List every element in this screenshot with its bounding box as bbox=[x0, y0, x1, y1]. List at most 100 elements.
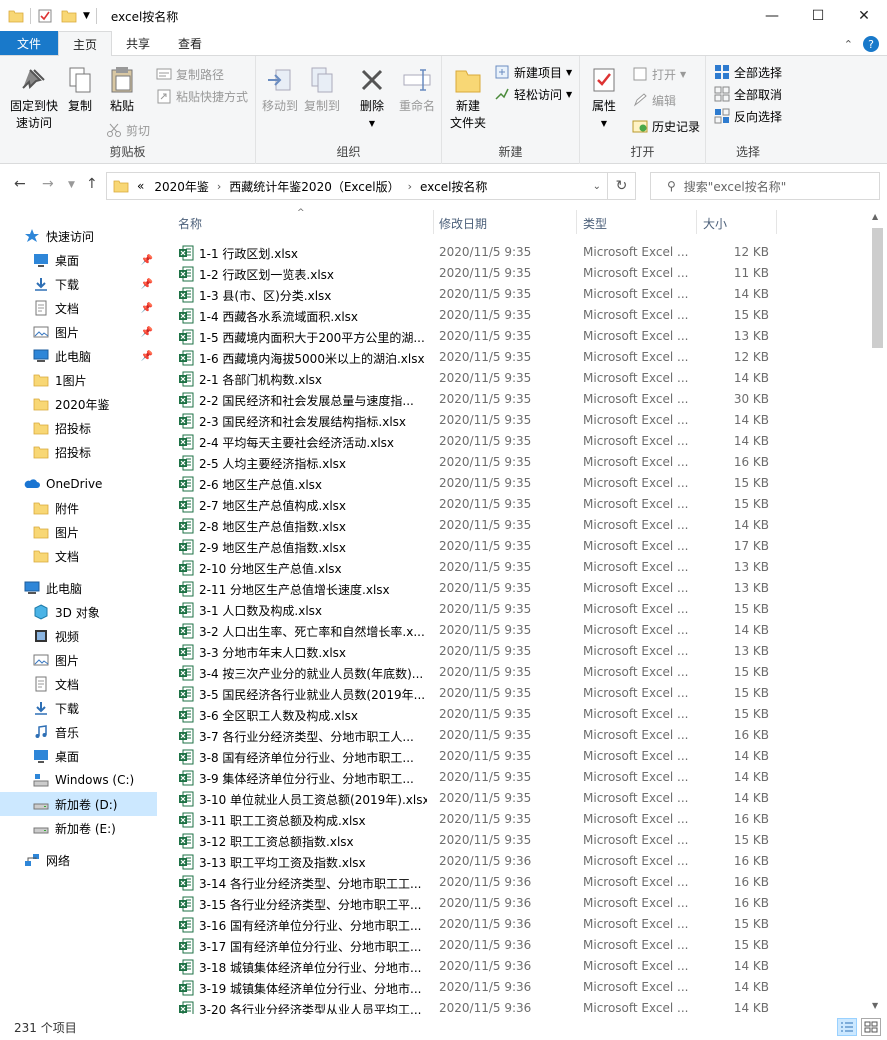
tab-home[interactable]: 主页 bbox=[58, 31, 113, 56]
pin-icon[interactable]: 📌 bbox=[141, 327, 153, 338]
file-row[interactable]: 2-5 人均主要经济指标.xlsx 2020/11/5 9:35 Microsoft… bbox=[163, 452, 868, 473]
refresh-icon[interactable]: ↻ bbox=[607, 173, 635, 199]
collapse-ribbon-icon[interactable]: ⌃ bbox=[844, 38, 853, 51]
sidebar-item[interactable]: 附件 bbox=[0, 496, 157, 520]
quick-access-header[interactable]: 快速访问 bbox=[0, 224, 157, 248]
file-row[interactable]: 1-5 西藏境内面积大于200平方公里的湖... 2020/11/5 9:35 Mi… bbox=[163, 326, 868, 347]
up-arrow-icon[interactable]: ↑ bbox=[86, 176, 98, 192]
address-bar[interactable]: « 2020年鉴 › 西藏统计年鉴2020（Excel版） › excel按名称… bbox=[106, 172, 636, 200]
back-arrow-icon[interactable]: ← bbox=[14, 176, 26, 192]
file-row[interactable]: 2-2 国民经济和社会发展总量与速度指... 2020/11/5 9:35 Micr… bbox=[163, 389, 868, 410]
help-icon[interactable]: ? bbox=[863, 36, 879, 52]
maximize-button[interactable]: ☐ bbox=[795, 0, 841, 32]
file-row[interactable]: 3-3 分地市年末人口数.xlsx 2020/11/5 9:35 Microsoft… bbox=[163, 641, 868, 662]
column-header-name[interactable]: 名称 bbox=[178, 215, 202, 232]
sidebar-item[interactable]: 文档 bbox=[0, 544, 157, 568]
file-row[interactable]: 3-5 国民经济各行业就业人员数(2019年... 2020/11/5 9:35 M… bbox=[163, 683, 868, 704]
column-divider[interactable] bbox=[776, 210, 777, 234]
column-divider[interactable] bbox=[433, 210, 434, 234]
large-icons-view-button[interactable] bbox=[861, 1018, 881, 1036]
breadcrumb-item[interactable]: excel按名称 bbox=[420, 178, 487, 195]
new-folder-button[interactable]: 新建 文件夹 bbox=[446, 64, 490, 132]
move-to-button[interactable]: 移动到 bbox=[260, 64, 300, 115]
file-row[interactable]: 2-4 平均每天主要社会经济活动.xlsx 2020/11/5 9:35 Micro… bbox=[163, 431, 868, 452]
pin-quick-access-button[interactable]: 固定到快 速访问 bbox=[6, 64, 62, 132]
recent-locations-icon[interactable]: ▼ bbox=[68, 180, 75, 190]
properties-button[interactable]: 属性 ▼ bbox=[586, 64, 622, 132]
file-row[interactable]: 3-8 国有经济单位分行业、分地市职工... 2020/11/5 9:35 Micr… bbox=[163, 746, 868, 767]
breadcrumb-item[interactable]: 西藏统计年鉴2020（Excel版） bbox=[229, 178, 399, 195]
breadcrumb-separator-icon[interactable]: › bbox=[408, 180, 412, 193]
properties-dropdown-icon[interactable]: ▼ bbox=[601, 115, 607, 132]
properties-check-icon[interactable] bbox=[37, 8, 53, 24]
file-row[interactable]: 3-16 国有经济单位分行业、分地市职工... 2020/11/5 9:36 Mic… bbox=[163, 914, 868, 935]
file-row[interactable]: 3-13 职工平均工资及指数.xlsx 2020/11/5 9:36 Microso… bbox=[163, 851, 868, 872]
pin-icon[interactable]: 📌 bbox=[141, 279, 153, 290]
network-header[interactable]: 网络 bbox=[0, 848, 157, 872]
sidebar-item[interactable]: 图片 bbox=[0, 648, 157, 672]
pin-icon[interactable]: 📌 bbox=[141, 303, 153, 314]
file-row[interactable]: 2-6 地区生产总值.xlsx 2020/11/5 9:35 Microsoft E… bbox=[163, 473, 868, 494]
delete-button[interactable]: 删除 ▼ bbox=[354, 64, 390, 132]
file-row[interactable]: 3-1 人口数及构成.xlsx 2020/11/5 9:35 Microsoft E… bbox=[163, 599, 868, 620]
file-row[interactable]: 2-3 国民经济和社会发展结构指标.xlsx 2020/11/5 9:35 Micr… bbox=[163, 410, 868, 431]
sidebar-item[interactable]: 3D 对象 bbox=[0, 600, 157, 624]
sidebar-item[interactable]: 招投标 bbox=[0, 416, 157, 440]
tab-file[interactable]: 文件 bbox=[0, 31, 58, 55]
rename-button[interactable]: 重命名 bbox=[394, 64, 440, 115]
file-row[interactable]: 1-4 西藏各水系流域面积.xlsx 2020/11/5 9:35 Microsof… bbox=[163, 305, 868, 326]
file-row[interactable]: 3-10 单位就业人员工资总额(2019年).xlsx 2020/11/5 9:3… bbox=[163, 788, 868, 809]
file-row[interactable]: 2-10 分地区生产总值.xlsx 2020/11/5 9:35 Microsoft… bbox=[163, 557, 868, 578]
vertical-scrollbar[interactable]: ▲ ▼ bbox=[868, 208, 887, 1014]
column-header-type[interactable]: 类型 bbox=[583, 215, 607, 232]
sidebar-item[interactable]: 音乐 bbox=[0, 720, 157, 744]
tab-view[interactable]: 查看 bbox=[164, 31, 216, 55]
file-row[interactable]: 2-8 地区生产总值指数.xlsx 2020/11/5 9:35 Microsoft… bbox=[163, 515, 868, 536]
copy-path-button[interactable]: 复制路径 bbox=[156, 64, 224, 84]
sidebar-item[interactable]: Windows (C:) bbox=[0, 768, 157, 792]
file-row[interactable]: 1-1 行政区划.xlsx 2020/11/5 9:35 Microsoft Exc… bbox=[163, 242, 868, 263]
scrollbar-thumb[interactable] bbox=[872, 228, 883, 348]
sidebar-item[interactable]: 下载 📌 bbox=[0, 272, 157, 296]
tab-share[interactable]: 共享 bbox=[112, 31, 164, 55]
file-row[interactable]: 3-2 人口出生率、死亡率和自然增长率.x... 2020/11/5 9:35 Mi… bbox=[163, 620, 868, 641]
copy-to-button[interactable]: 复制到 bbox=[302, 64, 342, 115]
select-none-button[interactable]: 全部取消 bbox=[714, 84, 782, 104]
breadcrumb-overflow[interactable]: « bbox=[137, 179, 144, 193]
sidebar-item[interactable]: 视频 bbox=[0, 624, 157, 648]
sidebar-item[interactable]: 桌面 📌 bbox=[0, 248, 157, 272]
sidebar-item[interactable]: 图片 bbox=[0, 520, 157, 544]
file-row[interactable]: 3-20 各行业分经济类型从业人员平均工... 2020/11/5 9:36 Mic… bbox=[163, 998, 868, 1014]
cut-button[interactable]: 剪切 bbox=[106, 120, 150, 140]
column-header-date[interactable]: 修改日期 bbox=[439, 215, 487, 232]
paste-button[interactable]: 粘贴 bbox=[104, 64, 140, 115]
file-row[interactable]: 3-6 全区职工人数及构成.xlsx 2020/11/5 9:35 Microsof… bbox=[163, 704, 868, 725]
delete-dropdown-icon[interactable]: ▼ bbox=[369, 115, 375, 132]
file-row[interactable]: 3-19 城镇集体经济单位分行业、分地市... 2020/11/5 9:36 Mic… bbox=[163, 977, 868, 998]
sidebar-item[interactable]: 新加卷 (E:) bbox=[0, 816, 157, 840]
file-row[interactable]: 3-4 按三次产业分的就业人员数(年底数)... 2020/11/5 9:35 Mi… bbox=[163, 662, 868, 683]
sidebar-item[interactable]: 2020年鉴 bbox=[0, 392, 157, 416]
sidebar-item[interactable]: 图片 📌 bbox=[0, 320, 157, 344]
breadcrumb-separator-icon[interactable]: › bbox=[217, 180, 221, 193]
column-divider[interactable] bbox=[576, 210, 577, 234]
file-row[interactable]: 3-15 各行业分经济类型、分地市职工平... 2020/11/5 9:36 Mic… bbox=[163, 893, 868, 914]
sidebar-item[interactable]: 新加卷 (D:) bbox=[0, 792, 157, 816]
file-row[interactable]: 2-7 地区生产总值构成.xlsx 2020/11/5 9:35 Microsoft… bbox=[163, 494, 868, 515]
sidebar-item[interactable]: 文档 📌 bbox=[0, 296, 157, 320]
edit-button[interactable]: 编辑 bbox=[632, 90, 676, 110]
file-row[interactable]: 1-3 县(市、区)分类.xlsx 2020/11/5 9:35 Microsoft… bbox=[163, 284, 868, 305]
paste-shortcut-button[interactable]: 粘贴快捷方式 bbox=[156, 86, 248, 106]
new-folder-icon[interactable] bbox=[61, 8, 77, 24]
select-all-button[interactable]: 全部选择 bbox=[714, 62, 782, 82]
forward-arrow-icon[interactable]: → bbox=[42, 176, 54, 192]
file-row[interactable]: 1-2 行政区划一览表.xlsx 2020/11/5 9:35 Microsoft … bbox=[163, 263, 868, 284]
file-row[interactable]: 3-11 职工工资总额及构成.xlsx 2020/11/5 9:35 Microso… bbox=[163, 809, 868, 830]
new-item-button[interactable]: 新建项目 ▼ bbox=[494, 62, 572, 82]
sidebar-item[interactable]: 此电脑 📌 bbox=[0, 344, 157, 368]
details-view-button[interactable] bbox=[837, 1018, 857, 1036]
sidebar-item[interactable]: 下载 bbox=[0, 696, 157, 720]
pin-icon[interactable]: 📌 bbox=[141, 351, 153, 362]
sidebar-item[interactable]: 桌面 bbox=[0, 744, 157, 768]
search-box[interactable]: ⚲ 搜索"excel按名称" bbox=[650, 172, 880, 200]
